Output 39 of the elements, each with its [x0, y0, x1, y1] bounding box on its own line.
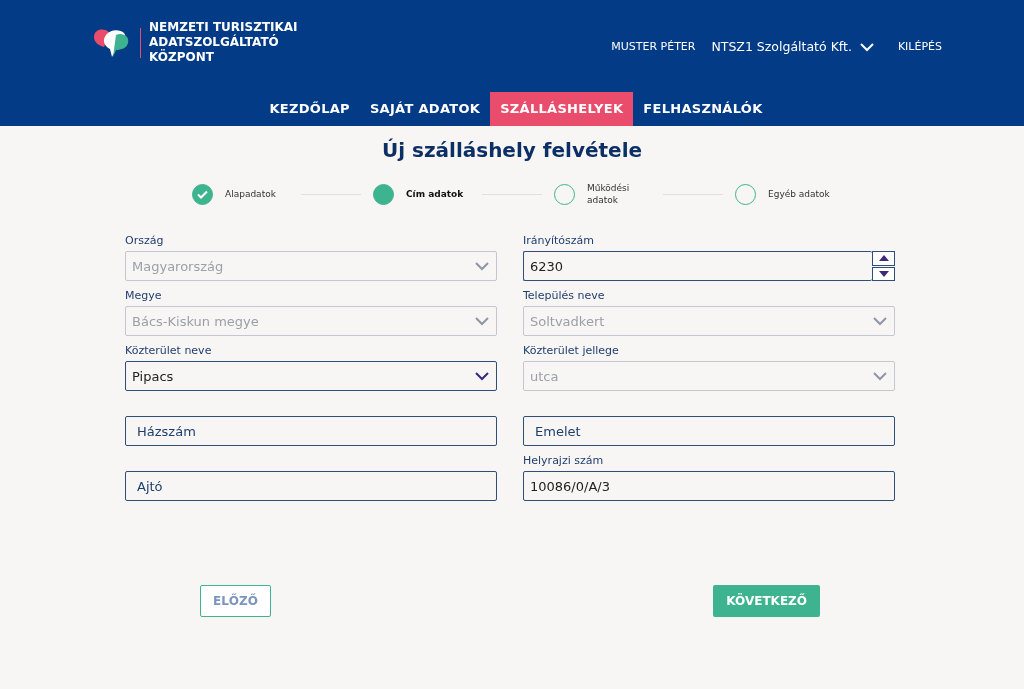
chevron-down-icon — [475, 317, 489, 326]
input-field[interactable]: Házszám — [125, 416, 497, 446]
decrement-button[interactable] — [872, 266, 895, 281]
field-label: Helyrajzi szám — [523, 454, 605, 468]
page-title: Új szálláshely felvétele — [380, 138, 644, 162]
field-label: Ország — [125, 234, 165, 248]
nav-tab[interactable]: SZÁLLÁSHELYEK — [490, 92, 634, 126]
step-label: Cím adatok — [406, 188, 465, 200]
select-field[interactable]: Pipacs — [125, 361, 497, 391]
chevron-down-icon — [859, 42, 874, 52]
logout-link[interactable]: KILÉPÉS — [897, 39, 942, 56]
input-field[interactable]: 6230 — [523, 251, 872, 281]
nav-tab[interactable]: SAJÁT ADATOK — [359, 92, 491, 126]
increment-button[interactable] — [872, 251, 895, 266]
logo-text: NEMZETI TURISZTIKAI — [149, 20, 298, 34]
field-label: Közterület jellege — [523, 344, 620, 358]
chevron-down-icon — [475, 372, 489, 381]
nav-tab[interactable]: KEZDŐLAP — [259, 92, 360, 126]
chevron-down-icon — [873, 317, 887, 326]
step-label: Alapadatok — [225, 188, 277, 200]
logo-text: KÖZPONT — [149, 50, 215, 65]
check-icon — [197, 189, 208, 199]
triangle-down-icon — [878, 270, 889, 277]
nav-tab[interactable]: FELHASZNÁLÓK — [633, 92, 773, 126]
step-label: Egyéb adatok — [768, 188, 831, 200]
chevron-down-icon — [873, 372, 887, 381]
input-field[interactable]: Ajtó — [125, 471, 497, 501]
company-dropdown[interactable]: NTSZ1 Szolgáltató Kft. — [711, 38, 852, 57]
chevron-down-icon — [475, 262, 489, 271]
logo-text: ADATSZOLGÁLTATÓ — [149, 35, 280, 49]
field-label: Megye — [125, 289, 163, 303]
input-field[interactable]: 10086/0/A/3 — [523, 471, 895, 501]
input-field[interactable]: Emelet — [523, 416, 895, 446]
step-label: Működési adatok — [587, 182, 631, 206]
field-label: Közterület neve — [125, 344, 213, 358]
field-label: Település neve — [523, 289, 606, 303]
user-name-link[interactable]: MUSTER PÉTER — [611, 39, 696, 56]
field-label: Irányítószám — [523, 234, 596, 248]
triangle-up-icon — [878, 255, 889, 262]
